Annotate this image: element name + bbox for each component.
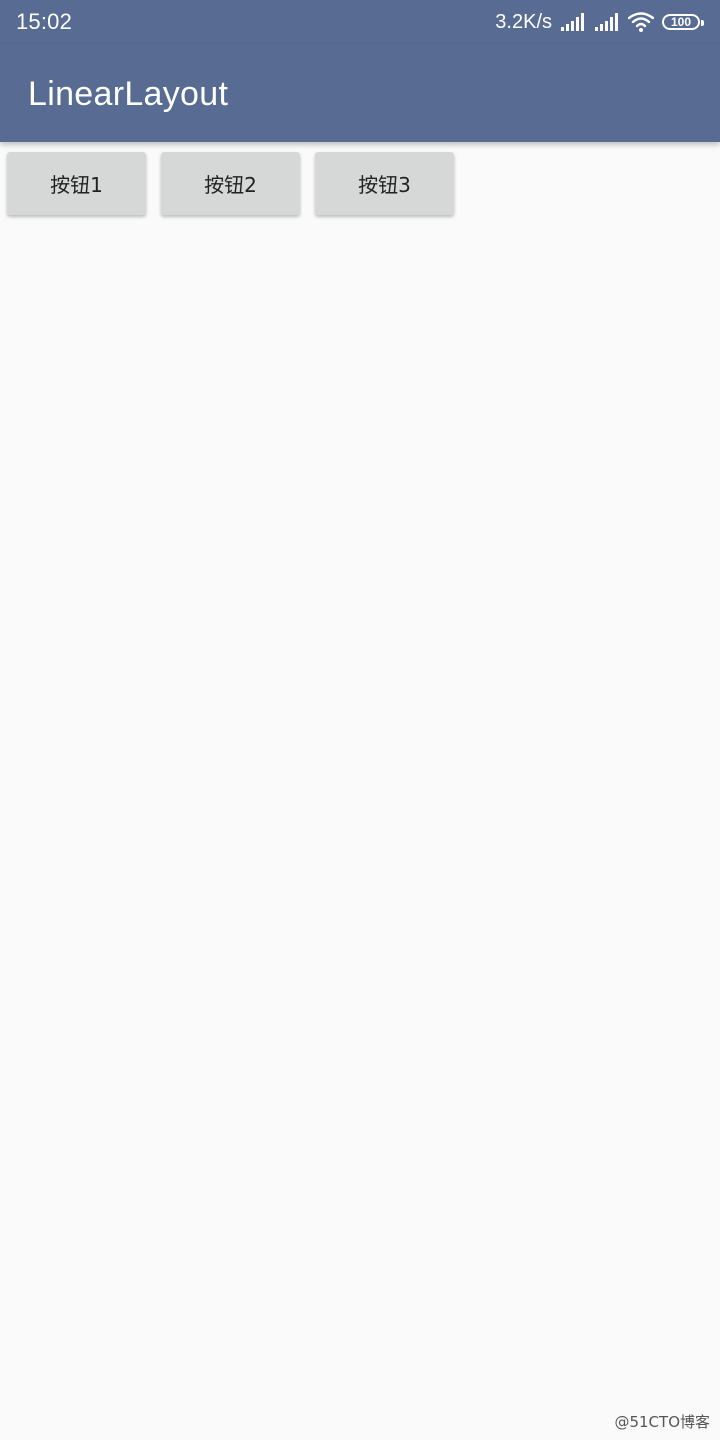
status-time: 15:02 xyxy=(16,9,73,34)
network-speed: 3.2K/s xyxy=(495,11,552,33)
battery-level: 100 xyxy=(670,15,692,29)
button-row: 按钮1 按钮2 按钮3 xyxy=(0,142,469,215)
status-bar: 15:02 3.2K/s 100 xyxy=(0,0,720,44)
signal-icon xyxy=(594,13,620,31)
signal-icon xyxy=(560,13,586,31)
button-1[interactable]: 按钮1 xyxy=(7,152,146,215)
app-bar: LinearLayout xyxy=(0,44,720,142)
battery-icon: 100 xyxy=(662,14,704,30)
wifi-icon xyxy=(627,12,655,32)
watermark: @51CTO博客 xyxy=(614,1413,710,1431)
button-3[interactable]: 按钮3 xyxy=(315,152,454,215)
app-title: LinearLayout xyxy=(28,75,229,113)
app-screen: 15:02 3.2K/s 100 LinearLayout 按钮1 按钮2 按钮… xyxy=(0,0,720,1440)
button-2[interactable]: 按钮2 xyxy=(161,152,300,215)
status-indicators: 3.2K/s 100 xyxy=(495,8,704,36)
